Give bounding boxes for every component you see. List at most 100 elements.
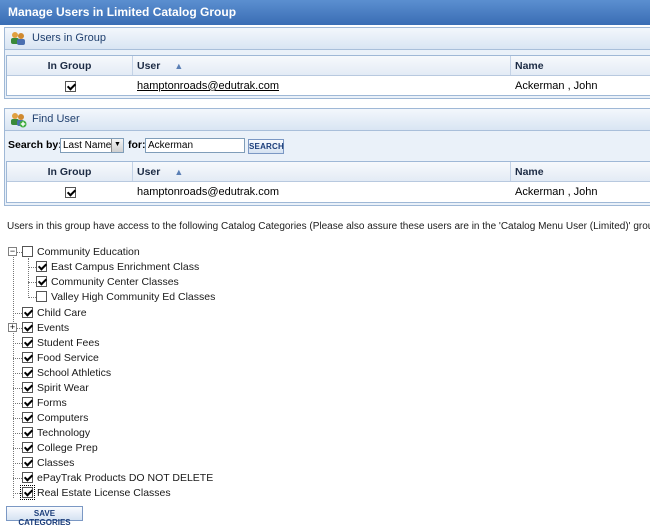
tree-connector	[13, 418, 22, 419]
category-checkbox[interactable]	[36, 291, 47, 302]
users-in-group-header: Users in Group	[5, 28, 650, 50]
category-checkbox[interactable]	[22, 322, 33, 333]
category-label: Forms	[37, 397, 67, 409]
category-label: Child Care	[37, 307, 87, 319]
category-checkbox[interactable]	[36, 276, 47, 287]
category-checkbox[interactable]	[22, 307, 33, 318]
in-group-cell	[7, 182, 133, 202]
tree-connector	[13, 343, 22, 344]
search-by-label: Search by:	[8, 139, 62, 151]
category-checkbox[interactable]	[22, 442, 33, 453]
category-label: School Athletics	[37, 367, 112, 379]
save-categories-button[interactable]: SAVE CATEGORIES	[6, 506, 83, 527]
search-input-value: Ackerman	[148, 140, 194, 151]
for-label-wrap: for:	[128, 139, 146, 157]
tree-node: Forms	[0, 395, 650, 410]
search-button[interactable]: SEARCH	[248, 139, 284, 154]
in-group-checkbox[interactable]	[64, 186, 76, 198]
user-cell: hamptonroads@edutrak.com	[137, 186, 280, 198]
category-label: Real Estate License Classes	[37, 487, 171, 499]
category-label: Events	[37, 322, 70, 334]
category-checkbox[interactable]	[22, 427, 33, 438]
table-row: hamptonroads@edutrak.com Ackerman , John	[7, 182, 650, 202]
tree-node: + Events	[0, 320, 650, 335]
column-in-group[interactable]: In Group	[7, 162, 133, 181]
column-user-label: User	[137, 166, 161, 178]
for-label: for:	[128, 139, 146, 151]
category-checkbox[interactable]	[22, 367, 33, 378]
in-group-cell	[7, 76, 133, 96]
chevron-down-icon: ▼	[111, 139, 123, 152]
tree-node-community-education: − Community Education	[0, 244, 650, 259]
tree-node: College Prep	[0, 440, 650, 455]
category-label: Classes	[37, 457, 75, 469]
tree-node: Food Service	[0, 350, 650, 365]
find-user-title: Find User	[32, 113, 80, 125]
collapse-icon[interactable]: −	[8, 247, 17, 256]
tree-connector	[28, 297, 36, 298]
category-checkbox[interactable]	[36, 261, 47, 272]
sort-ascending-icon: ▲	[174, 167, 184, 177]
search-bar: Search by:	[8, 139, 62, 157]
users-in-group-title: Users in Group	[32, 32, 106, 44]
tree-connector	[13, 433, 22, 434]
in-group-checkbox[interactable]	[64, 80, 76, 92]
column-user[interactable]: User ▲	[133, 162, 511, 181]
tree-node: School Athletics	[0, 365, 650, 380]
name-cell: Ackerman , John	[515, 80, 598, 92]
table-header: In Group User ▲ Name	[7, 56, 650, 76]
category-label: Technology	[37, 427, 91, 439]
category-checkbox[interactable]	[22, 412, 33, 423]
users-add-icon	[9, 111, 27, 128]
category-label: ePayTrak Products DO NOT DELETE	[37, 472, 214, 484]
category-checkbox[interactable]	[22, 246, 33, 257]
search-input[interactable]: Ackerman	[145, 138, 245, 153]
tree-connector	[13, 478, 22, 479]
category-checkbox[interactable]	[22, 382, 33, 393]
table-row: hamptonroads@edutrak.com Ackerman , John	[7, 76, 650, 96]
tree-connector	[13, 313, 22, 314]
search-by-value: Last Name	[63, 140, 112, 151]
category-label: College Prep	[37, 442, 98, 454]
tree-node-child: Valley High Community Ed Classes	[0, 289, 650, 304]
user-cell: hamptonroads@edutrak.com	[133, 76, 511, 96]
category-label: Computers	[37, 412, 89, 424]
name-cell: Ackerman , John	[515, 186, 598, 198]
category-checkbox[interactable]	[22, 397, 33, 408]
column-user[interactable]: User ▲	[133, 56, 511, 75]
find-user-table: In Group User ▲ Name hamptonroads@edutrak…	[6, 161, 650, 203]
category-label: East Campus Enrichment Class	[51, 261, 200, 273]
users-in-group-table: In Group User ▲ Name hamptonroads@edutrak…	[6, 55, 650, 96]
column-user-label: User	[137, 60, 161, 72]
tree-node: Spirit Wear	[0, 380, 650, 395]
search-by-select[interactable]: Last Name ▼	[60, 138, 124, 153]
sort-ascending-icon: ▲	[174, 61, 184, 71]
category-checkbox[interactable]	[22, 472, 33, 483]
tree-node: Child Care	[0, 305, 650, 320]
category-checkbox[interactable]	[22, 337, 33, 348]
tree-node: Computers	[0, 410, 650, 425]
tree-node: Classes	[0, 455, 650, 470]
tree-node: Technology	[0, 425, 650, 440]
category-label: Community Education	[37, 246, 140, 258]
tree-connector	[13, 493, 22, 494]
table-header: In Group User ▲ Name	[7, 162, 650, 182]
expand-icon[interactable]: +	[8, 323, 17, 332]
tree-connector	[13, 448, 22, 449]
user-link[interactable]: hamptonroads@edutrak.com	[137, 80, 279, 92]
column-name[interactable]: Name	[511, 162, 650, 181]
category-checkbox[interactable]	[22, 457, 33, 468]
column-in-group[interactable]: In Group	[7, 56, 133, 75]
column-name[interactable]: Name	[511, 56, 650, 75]
tree-node: Student Fees	[0, 335, 650, 350]
tree-connector	[28, 282, 36, 283]
category-checkbox[interactable]	[20, 485, 35, 500]
tree-connector	[13, 403, 22, 404]
catalog-access-notice: Users in this group have access to the f…	[7, 221, 650, 232]
find-user-header: Find User	[5, 109, 650, 131]
tree-connector	[28, 267, 36, 268]
category-label: Student Fees	[37, 337, 100, 349]
tree-node: ePayTrak Products DO NOT DELETE	[0, 470, 650, 485]
category-checkbox[interactable]	[22, 352, 33, 363]
category-label: Community Center Classes	[51, 276, 179, 288]
